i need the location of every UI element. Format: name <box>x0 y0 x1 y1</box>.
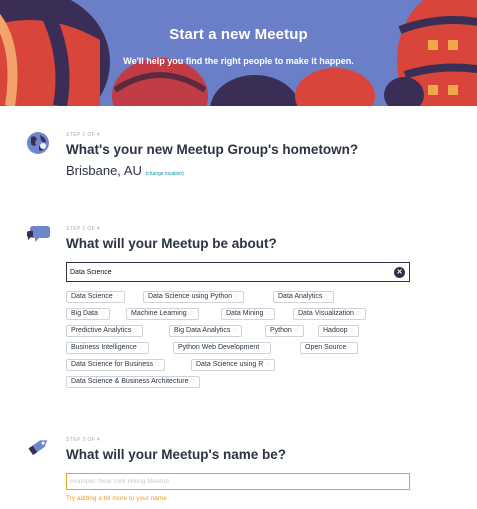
topic-chip[interactable]: Machine Learning ♡ <box>126 308 199 320</box>
globe-icon <box>27 132 49 154</box>
change-location-link[interactable]: (change location) <box>146 171 184 177</box>
topic-chip[interactable]: Data Science using R ♡ <box>191 359 276 371</box>
heart-icon: ♡ <box>293 328 299 334</box>
heart-icon: ♡ <box>133 328 139 334</box>
hot-air-balloons-illustration <box>0 0 477 106</box>
topic-chip[interactable]: Python Web Development ♡ <box>173 342 272 354</box>
heart-icon: ♡ <box>265 362 271 368</box>
page-title: Start a new Meetup <box>169 26 308 43</box>
group-name-input[interactable] <box>70 476 405 487</box>
step-title: What's your new Meetup Group's hometown? <box>66 142 359 157</box>
step-label: STEP 1 OF 4 <box>66 132 101 138</box>
heart-icon: ♡ <box>232 328 238 334</box>
topic-chip[interactable]: Data Science using Python ♡ <box>143 291 244 303</box>
location-display: Brisbane, AU (change location) <box>66 163 184 178</box>
topic-chip[interactable]: Big Data ♡ <box>66 308 110 320</box>
heart-icon: ♡ <box>265 311 271 317</box>
clear-icon[interactable]: ✕ <box>394 267 405 278</box>
heart-icon: ♡ <box>155 362 161 368</box>
heart-icon: ♡ <box>114 294 120 300</box>
step-title: What will your Meetup's name be? <box>66 447 286 462</box>
topic-chip[interactable]: Big Data Analytics ♡ <box>169 325 243 337</box>
heart-icon: ♡ <box>138 345 144 351</box>
page-subtitle: We'll help you find the right people to … <box>123 56 354 66</box>
heart-icon: ♡ <box>355 311 361 317</box>
heart-icon: ♡ <box>261 345 267 351</box>
heart-icon: ♡ <box>190 379 196 385</box>
step-label: STEP 2 OF 4 <box>66 226 101 232</box>
topic-search-field[interactable]: ✕ <box>66 262 410 282</box>
topic-chip[interactable]: Business Intelligence ♡ <box>66 342 149 354</box>
speech-bubble-icon <box>27 226 50 242</box>
heart-icon: ♡ <box>234 294 239 300</box>
topic-chip[interactable]: Data Science ♡ <box>66 291 125 303</box>
step-title: What will your Meetup be about? <box>66 236 277 251</box>
topic-chip[interactable]: Data Science & Business Architecture ♡ <box>66 376 201 388</box>
location-value: Brisbane, AU <box>66 163 142 178</box>
topic-chip[interactable]: Data Visualization ♡ <box>293 308 366 320</box>
group-name-field[interactable] <box>66 473 410 490</box>
hero-banner: Start a new Meetup We'll help you find t… <box>0 0 477 106</box>
topic-chip[interactable]: Data Science for Business ♡ <box>66 359 166 371</box>
heart-icon: ♡ <box>349 328 355 334</box>
heart-icon: ♡ <box>324 294 330 300</box>
topic-search-input[interactable] <box>70 265 390 279</box>
topic-chip[interactable]: Hadoop ♡ <box>318 325 360 337</box>
heart-icon: ♡ <box>188 311 194 317</box>
topic-chip[interactable]: Open Source ♡ <box>300 342 359 354</box>
tag-icon <box>28 440 48 456</box>
topic-chip[interactable]: Data Analytics ♡ <box>273 291 335 303</box>
heart-icon: ♡ <box>99 311 105 317</box>
topic-chip[interactable]: Python ♡ <box>265 325 304 337</box>
topic-chip[interactable]: Predictive Analytics ♡ <box>66 325 144 337</box>
name-hint: Try adding a bit more to your name <box>66 495 167 502</box>
step-label: STEP 3 OF 4 <box>66 437 101 443</box>
heart-icon: ♡ <box>348 345 354 351</box>
topic-chip[interactable]: Data Mining ♡ <box>221 308 276 320</box>
